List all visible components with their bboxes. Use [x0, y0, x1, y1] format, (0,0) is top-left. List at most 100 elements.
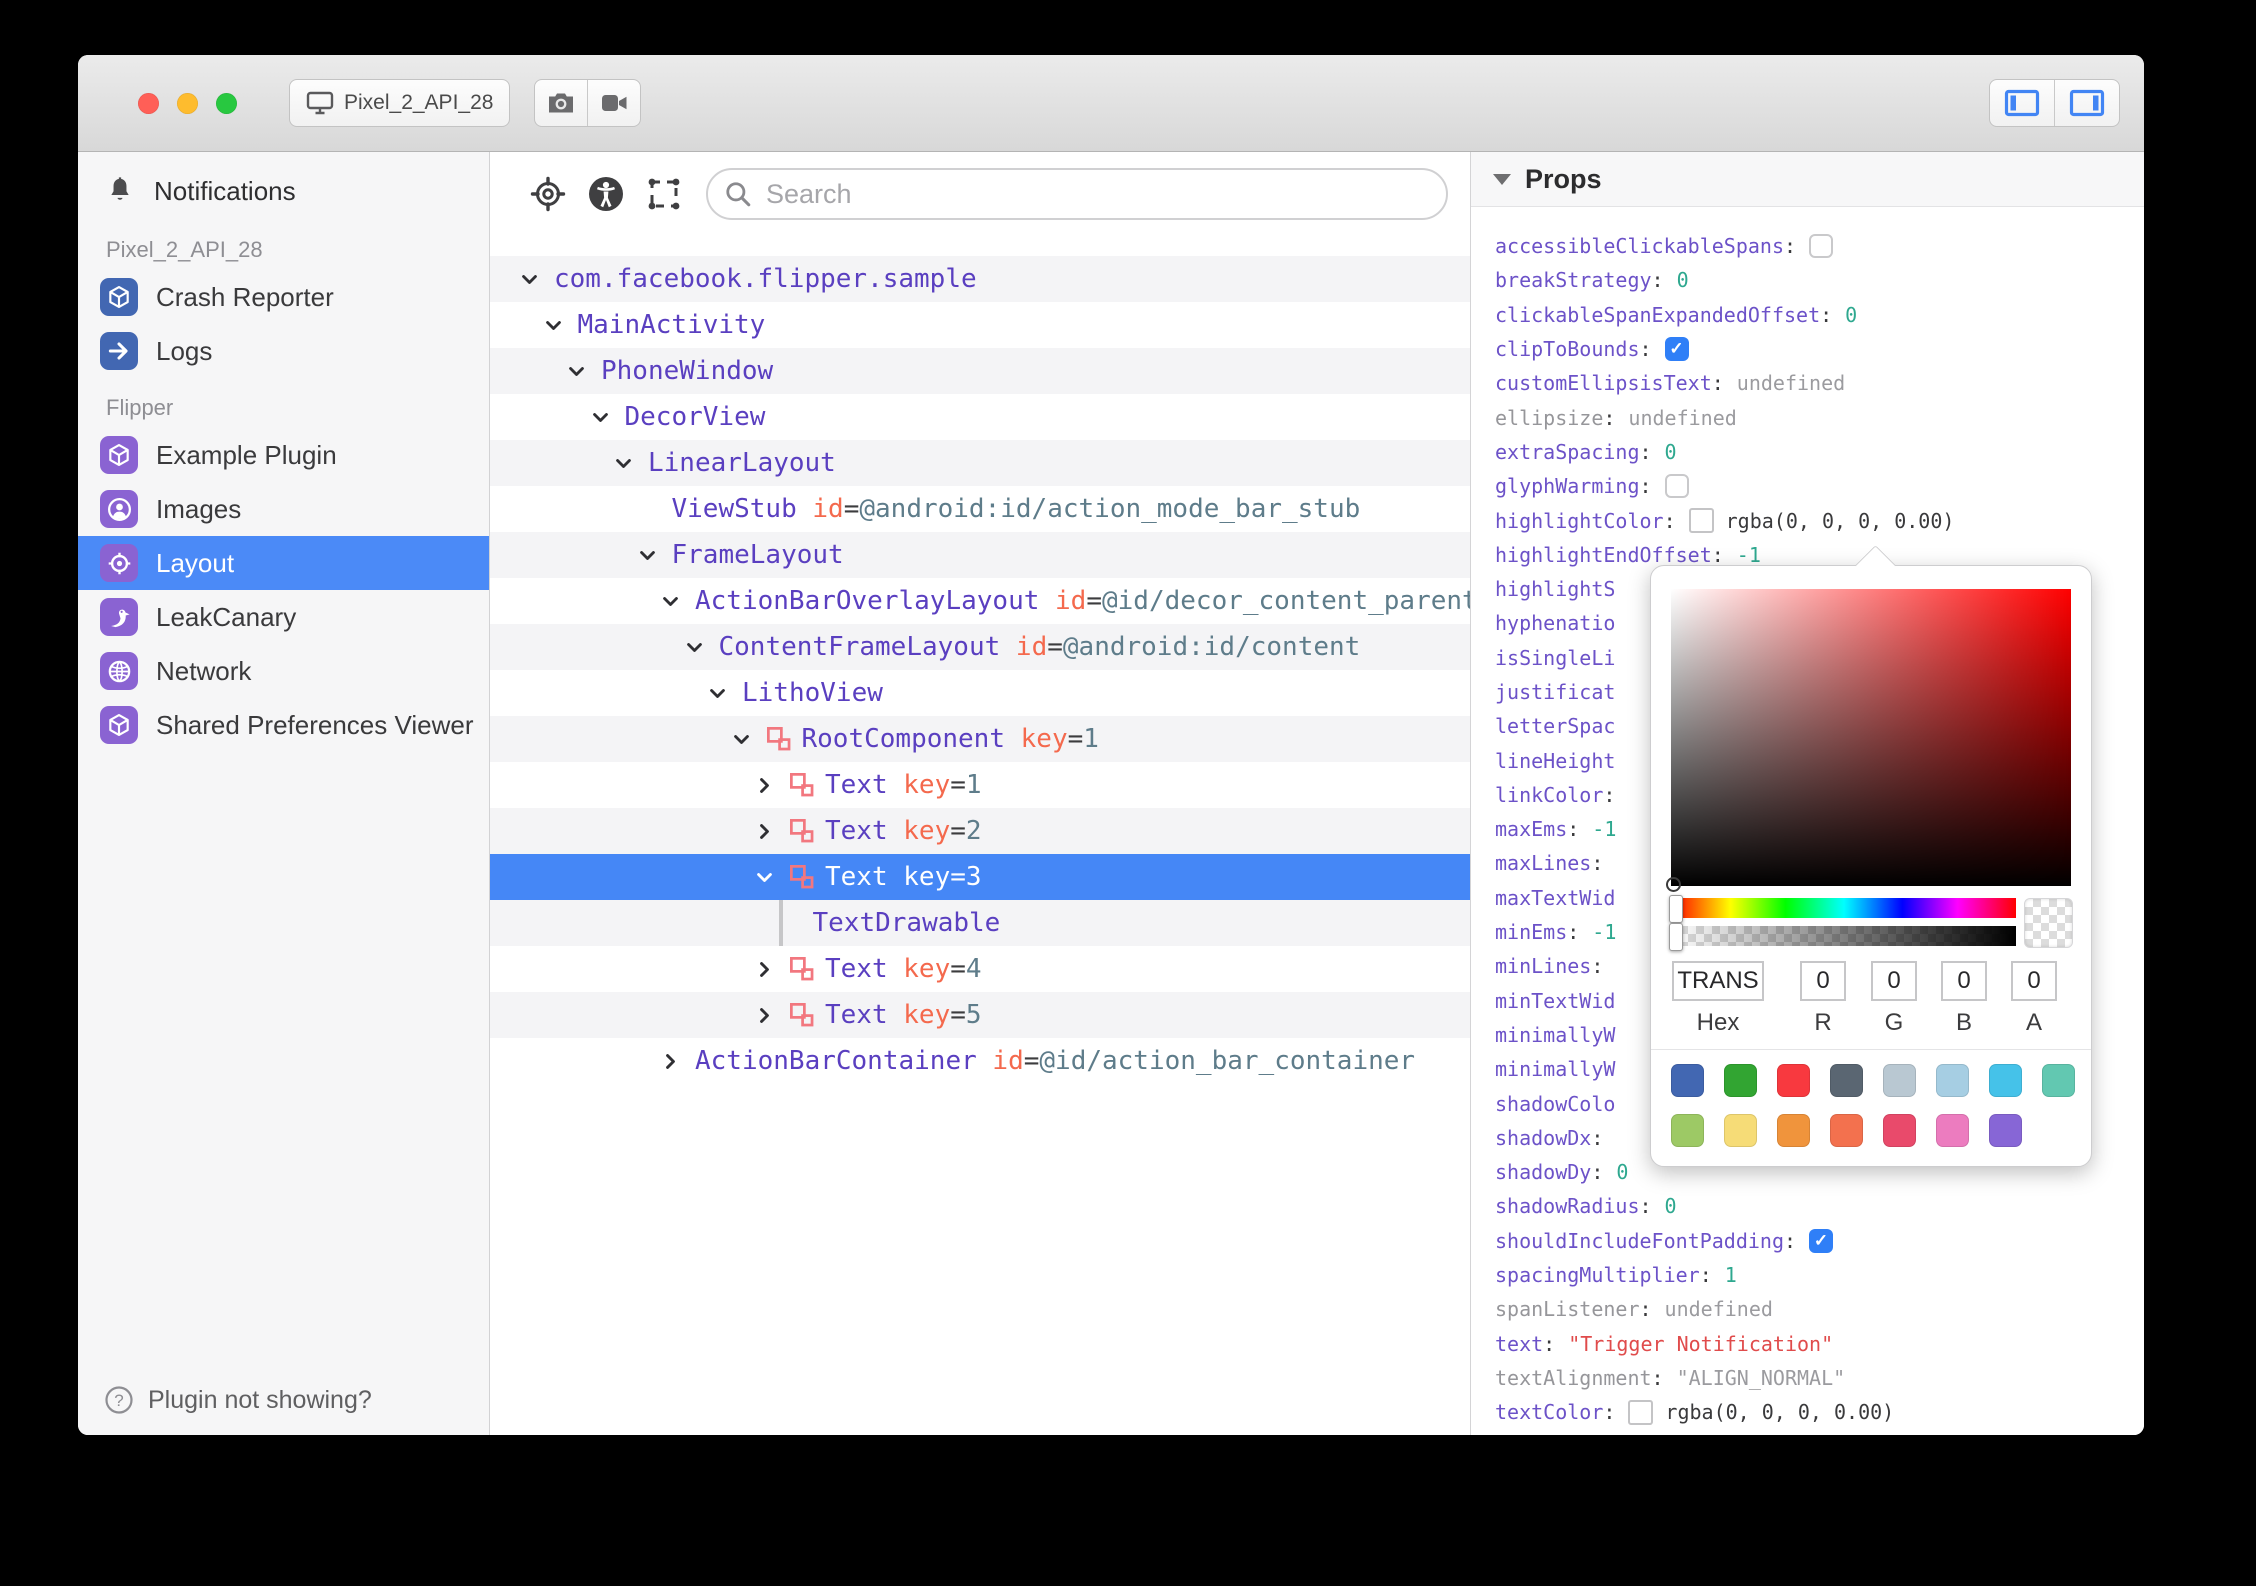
- sidebar-item-layout[interactable]: Layout: [78, 536, 489, 590]
- green-input[interactable]: 0: [1871, 961, 1917, 1001]
- sidebar-item-images[interactable]: Images: [78, 482, 489, 536]
- hue-slider[interactable]: [1669, 895, 2016, 923]
- preset-color-swatch[interactable]: [1883, 1064, 1916, 1097]
- preset-color-swatch[interactable]: [1671, 1114, 1704, 1147]
- prop-value[interactable]: "Trigger Notification": [1568, 1332, 1833, 1356]
- saturation-area[interactable]: [1666, 589, 2071, 892]
- sidebar-item-logs[interactable]: Logs: [78, 324, 489, 378]
- chevron-right-icon[interactable]: [661, 1052, 695, 1071]
- color-swatch[interactable]: [1688, 508, 1714, 534]
- prop-value[interactable]: undefined: [1628, 406, 1736, 430]
- preset-color-swatch[interactable]: [1724, 1114, 1757, 1147]
- prop-value[interactable]: 0: [1665, 440, 1677, 464]
- tree-row[interactable]: ActionBarContainer id = @id/action_bar_con…: [490, 1038, 1470, 1084]
- preset-color-swatch[interactable]: [1989, 1114, 2022, 1147]
- screenshot-button[interactable]: [535, 80, 587, 126]
- tree-row[interactable]: Text key = 1: [490, 762, 1470, 808]
- prop-value[interactable]: 0: [1677, 268, 1689, 292]
- sidebar-item-example-plugin[interactable]: Example Plugin: [78, 428, 489, 482]
- select-element-icon[interactable]: [644, 174, 684, 214]
- saturation-cursor[interactable]: [1666, 877, 1681, 892]
- preset-color-swatch[interactable]: [1830, 1064, 1863, 1097]
- tree-row[interactable]: Text key = 5: [490, 992, 1470, 1038]
- sidebar-item-shared-preferences-viewer[interactable]: Shared Preferences Viewer: [78, 698, 489, 752]
- props-header[interactable]: Props: [1471, 152, 2144, 207]
- sidebar-item-leakcanary[interactable]: LeakCanary: [78, 590, 489, 644]
- prop-value[interactable]: -1: [1592, 920, 1616, 944]
- tree-row[interactable]: FrameLayout: [490, 532, 1470, 578]
- blue-input[interactable]: 0: [1941, 961, 1987, 1001]
- preset-color-swatch[interactable]: [2042, 1064, 2075, 1097]
- search-box[interactable]: [706, 168, 1448, 220]
- checkbox-checked[interactable]: ✓: [1664, 337, 1689, 362]
- chevron-right-icon[interactable]: [755, 776, 789, 795]
- chevron-down-icon[interactable]: [544, 316, 578, 335]
- preset-color-swatch[interactable]: [1936, 1114, 1969, 1147]
- chevron-down-icon[interactable]: [520, 270, 554, 289]
- tree-row[interactable]: MainActivity: [490, 302, 1470, 348]
- prop-value[interactable]: -1: [1737, 543, 1761, 567]
- tree-row[interactable]: RootComponent key = 1: [490, 716, 1470, 762]
- red-input[interactable]: 0: [1800, 961, 1846, 1001]
- chevron-down-icon[interactable]: [708, 684, 742, 703]
- plugin-help-link[interactable]: ? Plugin not showing?: [104, 1385, 372, 1415]
- tree-row[interactable]: LithoView: [490, 670, 1470, 716]
- prop-value[interactable]: -1: [1592, 817, 1616, 841]
- chevron-down-icon[interactable]: [567, 362, 601, 381]
- sidebar-item-notifications[interactable]: Notifications: [78, 162, 489, 220]
- device-selector[interactable]: Pixel_2_API_28: [289, 79, 511, 127]
- minimize-button[interactable]: [177, 92, 198, 114]
- tree-row[interactable]: Text key = 3: [490, 854, 1470, 900]
- prop-value[interactable]: undefined: [1665, 1297, 1773, 1321]
- alpha-input[interactable]: 0: [2011, 961, 2057, 1001]
- tree-row[interactable]: Text key = 4: [490, 946, 1470, 992]
- chevron-right-icon[interactable]: [755, 1006, 789, 1025]
- preset-color-swatch[interactable]: [1671, 1064, 1704, 1097]
- chevron-right-icon[interactable]: [755, 822, 789, 841]
- prop-value[interactable]: "ALIGN_NORMAL": [1677, 1366, 1846, 1390]
- target-mode-button[interactable]: [528, 174, 568, 214]
- hex-input[interactable]: TRANS: [1672, 961, 1764, 1001]
- checkbox-checked[interactable]: ✓: [1809, 1228, 1834, 1253]
- sidebar-item-crash-reporter[interactable]: Crash Reporter: [78, 270, 489, 324]
- tree-row[interactable]: com.facebook.flipper.sample: [490, 256, 1470, 302]
- preset-color-swatch[interactable]: [1883, 1114, 1916, 1147]
- chevron-down-icon[interactable]: [591, 408, 625, 427]
- prop-value[interactable]: undefined: [1737, 371, 1845, 395]
- tree-row[interactable]: PhoneWindow: [490, 348, 1470, 394]
- toggle-right-sidebar-button[interactable]: [2054, 80, 2119, 126]
- alpha-slider[interactable]: [1669, 923, 2016, 951]
- search-input[interactable]: [764, 177, 1430, 211]
- preset-color-swatch[interactable]: [1724, 1064, 1757, 1097]
- prop-value[interactable]: 0: [1845, 303, 1857, 327]
- checkbox-unchecked[interactable]: [1664, 474, 1689, 499]
- tree-row[interactable]: DecorView: [490, 394, 1470, 440]
- prop-value[interactable]: 0: [1665, 1194, 1677, 1218]
- screen-record-button[interactable]: [587, 80, 640, 126]
- chevron-down-icon[interactable]: [614, 454, 648, 473]
- tree-row[interactable]: ViewStub id = @android:id/action_mode_bar_…: [490, 486, 1470, 532]
- preset-color-swatch[interactable]: [1830, 1114, 1863, 1147]
- preset-color-swatch[interactable]: [1777, 1114, 1810, 1147]
- chevron-down-icon[interactable]: [685, 638, 719, 657]
- tree-row[interactable]: LinearLayout: [490, 440, 1470, 486]
- tree-row[interactable]: ActionBarOverlayLayout id = @id/decor_cont…: [490, 578, 1470, 624]
- sidebar-item-network[interactable]: Network: [78, 644, 489, 698]
- tree-row[interactable]: TextDrawable: [490, 900, 1470, 946]
- prop-value[interactable]: rgba(0, 0, 0, 0.00): [1665, 1400, 1894, 1424]
- preset-color-swatch[interactable]: [1777, 1064, 1810, 1097]
- tree-row[interactable]: Text key = 2: [490, 808, 1470, 854]
- hue-slider-handle[interactable]: [1669, 895, 1683, 923]
- color-swatch[interactable]: [1628, 1399, 1654, 1425]
- zoom-button[interactable]: [216, 92, 237, 114]
- prop-value[interactable]: rgba(0, 0, 0, 0.00): [1726, 509, 1955, 533]
- tree-row[interactable]: ContentFrameLayout id = @android:id/conten…: [490, 624, 1470, 670]
- prop-value[interactable]: 1: [1725, 1263, 1737, 1287]
- preset-color-swatch[interactable]: [1989, 1064, 2022, 1097]
- prop-value[interactable]: 0: [1616, 1160, 1628, 1184]
- chevron-down-icon[interactable]: [638, 546, 672, 565]
- close-button[interactable]: [138, 92, 159, 114]
- chevron-down-icon[interactable]: [661, 592, 695, 611]
- chevron-right-icon[interactable]: [755, 960, 789, 979]
- checkbox-unchecked[interactable]: [1809, 234, 1834, 259]
